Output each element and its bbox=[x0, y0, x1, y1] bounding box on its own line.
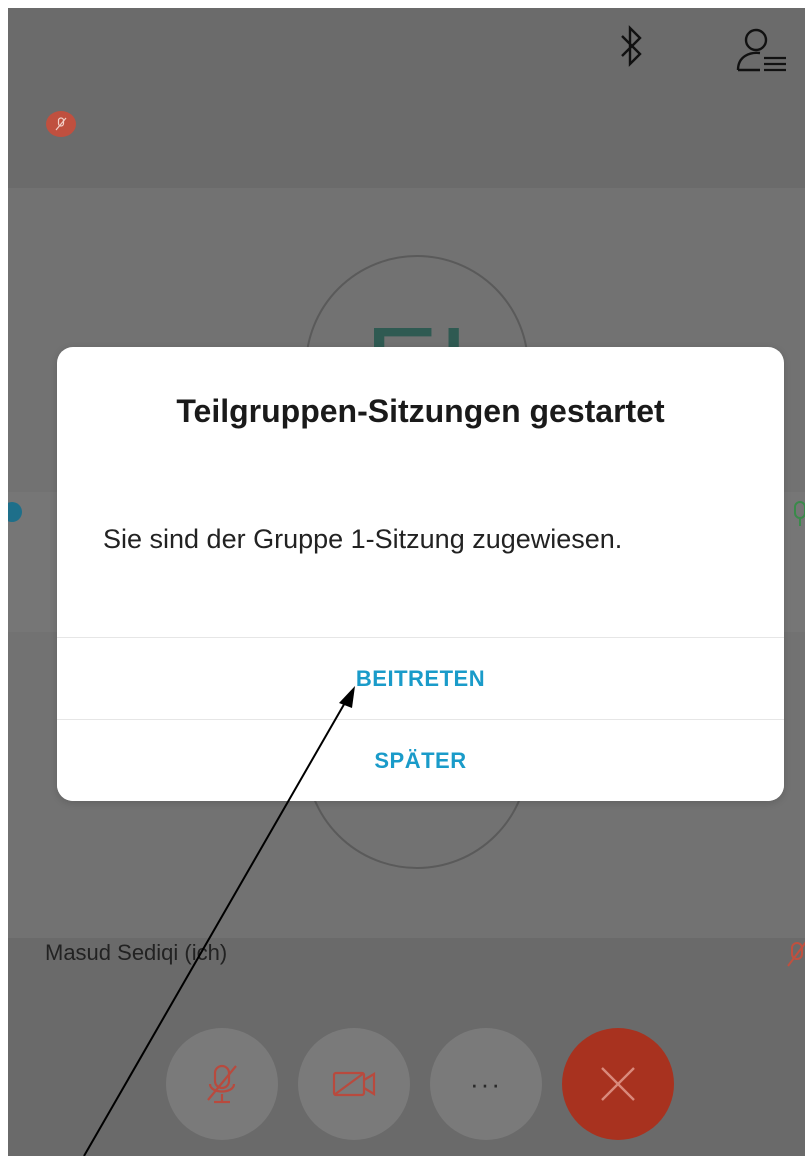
bluetooth-icon[interactable] bbox=[616, 24, 646, 68]
remote-status-dot bbox=[8, 502, 22, 522]
close-icon bbox=[601, 1067, 635, 1101]
self-name-label: Masud Sediqi (ich) bbox=[45, 940, 228, 965]
muted-badge bbox=[46, 111, 76, 137]
mute-button[interactable] bbox=[166, 1028, 278, 1140]
breakout-session-dialog: Teilgruppen-Sitzungen gestartet Sie sind… bbox=[57, 347, 784, 801]
top-bar bbox=[8, 8, 805, 188]
end-call-button[interactable] bbox=[562, 1028, 674, 1140]
bottom-control-bar bbox=[8, 938, 805, 1156]
dialog-message: Sie sind der Gruppe 1-Sitzung zugewiesen… bbox=[103, 524, 623, 554]
self-mic-off-icon bbox=[787, 941, 805, 967]
video-toggle-button[interactable] bbox=[298, 1028, 410, 1140]
video-off-icon bbox=[332, 1071, 376, 1097]
more-dots: ··· bbox=[470, 1068, 502, 1099]
dialog-title: Teilgruppen-Sitzungen gestartet bbox=[176, 393, 665, 429]
later-button[interactable]: SPÄTER bbox=[57, 719, 784, 801]
participants-list-icon[interactable] bbox=[730, 26, 790, 74]
mic-off-icon bbox=[207, 1064, 237, 1104]
mic-icon bbox=[794, 501, 805, 526]
meeting-screen: EI MS Masud Sediqi (ich) bbox=[8, 8, 805, 1156]
mic-off-icon bbox=[55, 117, 67, 131]
join-button[interactable]: BEITRETEN bbox=[57, 637, 784, 720]
more-options-button[interactable]: ··· bbox=[430, 1028, 542, 1140]
